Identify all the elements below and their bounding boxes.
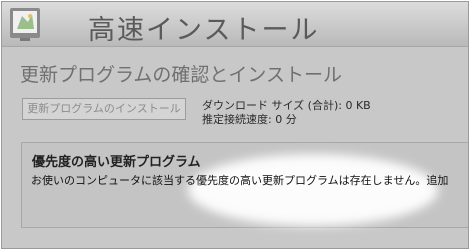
spotlight-highlight [188, 154, 438, 226]
header-bar: 高速インストール [2, 2, 468, 47]
header-title: 高速インストール [88, 15, 320, 46]
page-title: 更新プログラムの確認とインストール [20, 64, 343, 86]
estimated-speed-text: 推定接続速度: 0 分 [202, 113, 297, 126]
high-priority-message: お使いのコンピュータに該当する優先度の高い更新プログラムは存在しません。追加 [31, 174, 449, 187]
update-window: 高速インストール 更新プログラムの確認とインストール 更新プログラムのインストー… [1, 1, 469, 249]
high-priority-title: 優先度の高い更新プログラム [32, 155, 201, 170]
windows-monitor-icon [10, 8, 40, 41]
install-updates-button[interactable]: 更新プログラムのインストール [22, 98, 186, 120]
